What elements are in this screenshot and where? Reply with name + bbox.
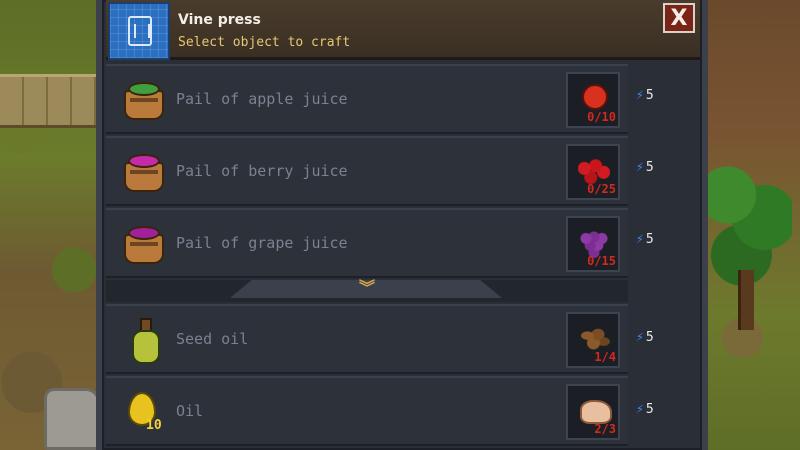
- stone-wall: [0, 74, 96, 128]
- pail-grape-juice-icon: [120, 220, 170, 270]
- game-world-left: [0, 0, 106, 450]
- ingredient-slot[interactable]: 2/3: [566, 384, 620, 440]
- ingredient-slot[interactable]: 0/15: [566, 216, 620, 272]
- pail-berry-juice-icon: [120, 148, 170, 198]
- ingredient-count: 2/3: [594, 422, 616, 436]
- close-icon: X: [670, 5, 688, 31]
- recipe-row-oil[interactable]: 10 Oil 2/3: [106, 376, 628, 446]
- energy-cost: ⚡ 5: [636, 330, 654, 345]
- ingredient-count: 1/4: [594, 350, 616, 364]
- chevron-down-icon[interactable]: ︾: [354, 280, 380, 296]
- blueprint-icon: [108, 2, 170, 60]
- recipe-row-berry-juice[interactable]: Pail of berry juice 0/25: [106, 136, 628, 206]
- window-subtitle: Select object to craft: [178, 35, 351, 50]
- recipe-name: Pail of berry juice: [176, 162, 348, 180]
- item-quantity: 10: [146, 418, 162, 433]
- ingredient-count: 0/25: [587, 182, 616, 196]
- ingredient-slot[interactable]: 0/25: [566, 144, 620, 200]
- flour-icon: [574, 390, 612, 426]
- ingredient-slot[interactable]: 0/10: [566, 72, 620, 128]
- energy-cost: ⚡ 5: [636, 232, 654, 247]
- seed-oil-bottle-icon: [120, 316, 170, 366]
- recipe-row-apple-juice[interactable]: Pail of apple juice 0/10: [106, 64, 628, 134]
- grapes-icon: [574, 222, 612, 258]
- energy-bolt-icon: ⚡: [636, 160, 644, 175]
- recipe-row-seed-oil[interactable]: Seed oil 1/4: [106, 304, 628, 374]
- energy-cost: ⚡ 5: [636, 160, 654, 175]
- recipe-row-grape-juice[interactable]: Pail of grape juice 0/15: [106, 208, 628, 278]
- rock: [44, 388, 100, 450]
- berries-icon: [574, 150, 612, 186]
- close-button[interactable]: X: [663, 3, 695, 33]
- recipe-name: Oil: [176, 402, 204, 420]
- energy-cost: ⚡ 5: [636, 402, 654, 417]
- seeds-icon: [574, 318, 612, 354]
- recipe-name: Pail of apple juice: [176, 90, 348, 108]
- ingredient-count: 0/10: [587, 110, 616, 124]
- energy-cost: ⚡ 5: [636, 88, 654, 103]
- panel-header: [106, 0, 700, 60]
- recipe-name: Pail of grape juice: [176, 234, 348, 252]
- energy-bolt-icon: ⚡: [636, 330, 644, 345]
- recipe-name: Seed oil: [176, 330, 249, 348]
- window-title: Vine press: [178, 12, 261, 28]
- energy-bolt-icon: ⚡: [636, 402, 644, 417]
- oil-drop-icon: 10: [120, 388, 170, 438]
- pail-apple-juice-icon: [120, 76, 170, 126]
- ingredient-count: 0/15: [587, 254, 616, 268]
- apple-icon: [574, 78, 612, 114]
- ingredient-slot[interactable]: 1/4: [566, 312, 620, 368]
- tree-trunk: [738, 270, 754, 330]
- energy-bolt-icon: ⚡: [636, 88, 644, 103]
- energy-bolt-icon: ⚡: [636, 232, 644, 247]
